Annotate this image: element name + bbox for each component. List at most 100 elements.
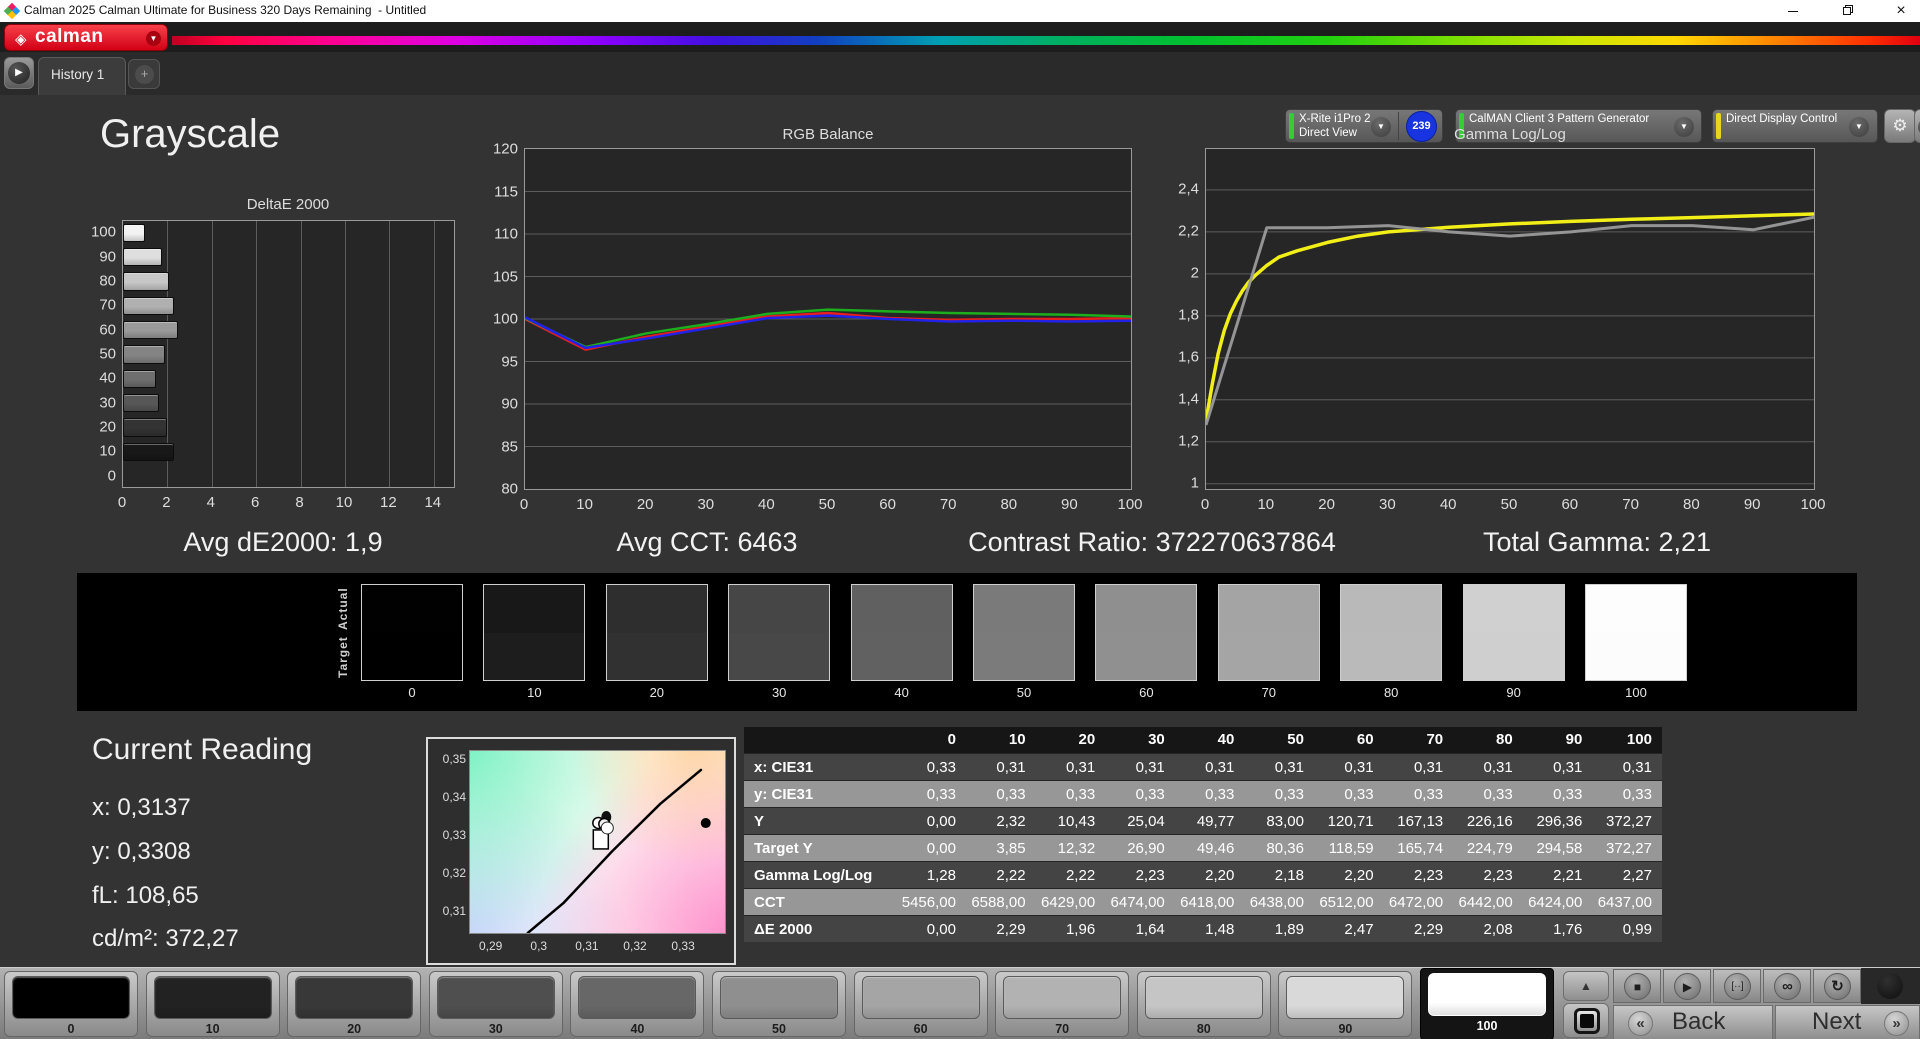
table-cell: 0,00	[926, 921, 956, 938]
luminance-badge[interactable]: 239	[1406, 111, 1437, 142]
meter-name: X-Rite i1Pro 2	[1299, 113, 1371, 125]
patch-button-50[interactable]: 50	[712, 971, 846, 1037]
continuous-measure-button[interactable]: ∞	[1763, 969, 1811, 1003]
table-col-header: 70	[1426, 731, 1444, 748]
table-cell: 1,64	[1135, 921, 1165, 938]
add-tab-button[interactable]: +	[128, 59, 160, 89]
patch-button-100[interactable]: 100	[1420, 968, 1554, 1039]
patch-button-70[interactable]: 70	[995, 971, 1130, 1037]
gamma-x-tick: 70	[1622, 496, 1639, 513]
patch-button-90[interactable]: 90	[1278, 971, 1413, 1037]
restore-button[interactable]	[1830, 0, 1864, 22]
patch-label: 80	[1196, 1022, 1211, 1036]
rgb-x-tick: 90	[1061, 496, 1078, 513]
deltae-x-tick: 0	[117, 494, 127, 511]
table-cell: 0,31	[1622, 759, 1652, 776]
table-cell: 26,90	[1127, 840, 1165, 857]
play-button[interactable]: ▶	[1663, 969, 1711, 1003]
display-control-dropdown[interactable]: Direct Display Control ▼	[1712, 109, 1878, 143]
single-measure-button[interactable]: [··]	[1713, 969, 1761, 1003]
patch-button-40[interactable]: 40	[570, 971, 705, 1037]
minimize-button[interactable]	[1776, 0, 1810, 22]
rainbow-gradient-strip	[172, 36, 1920, 45]
table-cell: 2,29	[996, 921, 1026, 938]
deltae-x-tick: 8	[295, 494, 304, 511]
table-cell: 5456,00	[901, 894, 956, 911]
deltae-y-tick: 30	[99, 394, 116, 412]
table-cell: 0,33	[1274, 786, 1304, 803]
table-cell: 6437,00	[1597, 894, 1652, 911]
back-label: Back	[1672, 1008, 1726, 1035]
table-cell: 2,22	[1065, 867, 1096, 884]
gamma-x-tick: 90	[1743, 496, 1761, 513]
rgb-chart-title: RGB Balance	[782, 126, 874, 143]
window-title: Calman 2025 Calman Ultimate for Business…	[24, 3, 427, 17]
deltae-bar	[123, 272, 170, 291]
meter-dropdown[interactable]: X-Rite i1Pro 2 Direct View ▼ 239	[1285, 109, 1443, 143]
patch-button-60[interactable]: 60	[853, 971, 988, 1037]
expand-patterns-button[interactable]: ▲	[1563, 971, 1609, 1001]
table-cell: 25,04	[1127, 813, 1165, 830]
stop-button[interactable]: ■	[1613, 969, 1661, 1003]
patch-label: 90	[1338, 1022, 1353, 1036]
table-cell: 372,27	[1606, 813, 1652, 830]
gray-swatch	[1095, 584, 1198, 681]
layout-nav-button[interactable]: ▶	[4, 57, 34, 89]
chevrons-right-icon: »	[1884, 1011, 1909, 1036]
table-cell: 12,32	[1057, 840, 1096, 857]
patch-button-30[interactable]: 30	[428, 971, 563, 1037]
table-row: Gamma Log/Log 1,28 2,22 2,22 2,23 2,20 2,18 2,2…	[744, 861, 1662, 888]
rgb-balance-chart	[524, 148, 1132, 490]
chevron-down-icon: ▼	[1371, 117, 1391, 137]
summary-stat: Contrast Ratio: 372270637864	[968, 527, 1336, 557]
close-button[interactable]: ×	[1884, 0, 1918, 22]
gridline	[345, 221, 346, 487]
table-cell: 6438,00	[1249, 894, 1304, 911]
cie-y-tick: 0,34	[442, 790, 466, 805]
table-cell: 2,29	[1413, 921, 1444, 938]
divider	[1398, 112, 1399, 140]
rgb-y-tick: 90	[501, 395, 518, 413]
tab-bar: ▶ History 1 + X-Rite i1Pro 2 Direct View…	[0, 52, 1920, 143]
generator-name: CalMAN Client 3 Pattern Generator	[1469, 113, 1650, 125]
calman-menu-button[interactable]: ◈ calman ▼	[4, 24, 168, 51]
swatch-level-label: 100	[1625, 685, 1647, 700]
table-cell: 6442,00	[1458, 894, 1513, 911]
pattern-window-icon	[1574, 1008, 1600, 1034]
settings-button[interactable]: ⚙	[1884, 109, 1916, 143]
table-row: Y 0,00 2,32 10,43 25,04 49,77 83,00 120,71 167,1…	[744, 807, 1662, 834]
rgb-x-tick: 10	[576, 496, 593, 513]
pattern-window-button[interactable]	[1563, 1003, 1609, 1038]
patch-button-20[interactable]: 20	[287, 971, 422, 1037]
gamma-x-tick: 60	[1561, 496, 1579, 513]
swatch-target	[1218, 632, 1319, 680]
swatch-target	[484, 632, 585, 680]
table-cell: 2,18	[1274, 867, 1304, 884]
table-row: y: CIE31 0,33 0,33 0,33 0,33 0,33 0,33 0,33 0,33…	[744, 780, 1662, 807]
table-cell: 0,33	[996, 786, 1026, 803]
deltae-bar-chart	[122, 220, 455, 488]
patch-button-10[interactable]: 10	[145, 971, 280, 1037]
deltae-bar	[123, 442, 174, 462]
table-cell: 2,21	[1553, 867, 1583, 884]
back-button[interactable]: « Back	[1613, 1005, 1773, 1039]
next-button[interactable]: Next »	[1775, 1005, 1920, 1039]
patch-button-0[interactable]: 0	[4, 971, 138, 1037]
table-cell: 0,31	[1205, 759, 1235, 776]
patch-label: 70	[1055, 1022, 1070, 1036]
tab-history-1[interactable]: History 1	[38, 57, 126, 95]
deltae-bar	[123, 320, 178, 340]
table-cell: 118,59	[1328, 840, 1374, 857]
deltae-y-tick: 10	[99, 442, 116, 460]
patch-color	[1003, 976, 1122, 1019]
app-header: ◈ calman ▼	[0, 22, 1920, 52]
deltae-y-tick: 0	[107, 467, 116, 485]
gamma-plot-svg	[1204, 189, 1815, 485]
swatch-target	[1463, 632, 1564, 680]
swatch-actual	[1096, 585, 1197, 633]
patch-button-80[interactable]: 80	[1136, 971, 1271, 1037]
swatch-target	[974, 632, 1074, 680]
gray-swatch	[1217, 584, 1320, 681]
refresh-button[interactable]: ↻	[1813, 969, 1861, 1003]
collapse-panel-button[interactable]: ◀	[1914, 109, 1920, 143]
